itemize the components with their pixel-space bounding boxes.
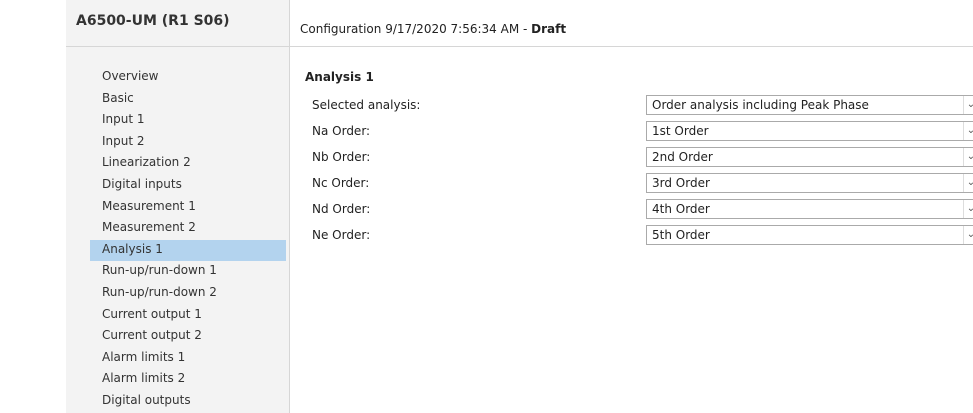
chevron-down-icon[interactable]: ⌄	[963, 96, 973, 114]
select-value: 4th Order	[652, 202, 710, 216]
select-value: Order analysis including Peak Phase	[652, 98, 869, 112]
chevron-down-icon[interactable]: ⌄	[963, 122, 973, 140]
select-value: 1st Order	[652, 124, 709, 138]
nav-item-run-up-run-down-1[interactable]: Run-up/run-down 1	[90, 261, 286, 283]
section-title: Analysis 1	[305, 70, 374, 84]
field-label: Nc Order:	[312, 176, 370, 190]
nav-item-overview[interactable]: Overview	[90, 67, 286, 89]
field-label: Nb Order:	[312, 150, 371, 164]
nav-item-alarm-limits-2[interactable]: Alarm limits 2	[90, 369, 286, 391]
config-status: Draft	[531, 22, 567, 36]
field-label: Ne Order:	[312, 228, 371, 242]
select-value: 5th Order	[652, 228, 710, 242]
nav-item-current-output-2[interactable]: Current output 2	[90, 326, 286, 348]
na-order-select[interactable]: 1st Order ⌄	[646, 121, 973, 141]
chevron-down-icon[interactable]: ⌄	[963, 148, 973, 166]
chevron-down-icon[interactable]: ⌄	[963, 226, 973, 244]
nb-order-select[interactable]: 2nd Order ⌄	[646, 147, 973, 167]
field-label: Selected analysis:	[312, 98, 421, 112]
select-value: 3rd Order	[652, 176, 710, 190]
nc-order-select[interactable]: 3rd Order ⌄	[646, 173, 973, 193]
chevron-down-icon[interactable]: ⌄	[963, 174, 973, 192]
config-timestamp: Configuration 9/17/2020 7:56:34 AM -	[300, 22, 532, 36]
field-label: Na Order:	[312, 124, 371, 138]
selected-analysis-select[interactable]: Order analysis including Peak Phase ⌄	[646, 95, 973, 115]
nd-order-select[interactable]: 4th Order ⌄	[646, 199, 973, 219]
field-row-ne-order: Ne Order: 5th Order ⌄	[0, 225, 973, 247]
chevron-down-icon[interactable]: ⌄	[963, 200, 973, 218]
sidebar-divider	[66, 46, 289, 47]
field-label: Nd Order:	[312, 202, 371, 216]
nav-item-current-output-1[interactable]: Current output 1	[90, 305, 286, 327]
field-row-nd-order: Nd Order: 4th Order ⌄	[0, 199, 973, 221]
select-value: 2nd Order	[652, 150, 713, 164]
field-row-selected-analysis: Selected analysis: Order analysis includ…	[0, 95, 973, 117]
config-header-text: Configuration 9/17/2020 7:56:34 AM - Dra…	[300, 22, 566, 36]
nav-item-digital-outputs[interactable]: Digital outputs	[90, 391, 286, 413]
field-row-nb-order: Nb Order: 2nd Order ⌄	[0, 147, 973, 169]
device-title: A6500-UM (R1 S06)	[76, 13, 230, 29]
nav-item-alarm-limits-1[interactable]: Alarm limits 1	[90, 348, 286, 370]
ne-order-select[interactable]: 5th Order ⌄	[646, 225, 973, 245]
field-row-na-order: Na Order: 1st Order ⌄	[0, 121, 973, 143]
field-row-nc-order: Nc Order: 3rd Order ⌄	[0, 173, 973, 195]
config-header: Configuration 9/17/2020 7:56:34 AM - Dra…	[290, 0, 973, 47]
nav-item-run-up-run-down-2[interactable]: Run-up/run-down 2	[90, 283, 286, 305]
